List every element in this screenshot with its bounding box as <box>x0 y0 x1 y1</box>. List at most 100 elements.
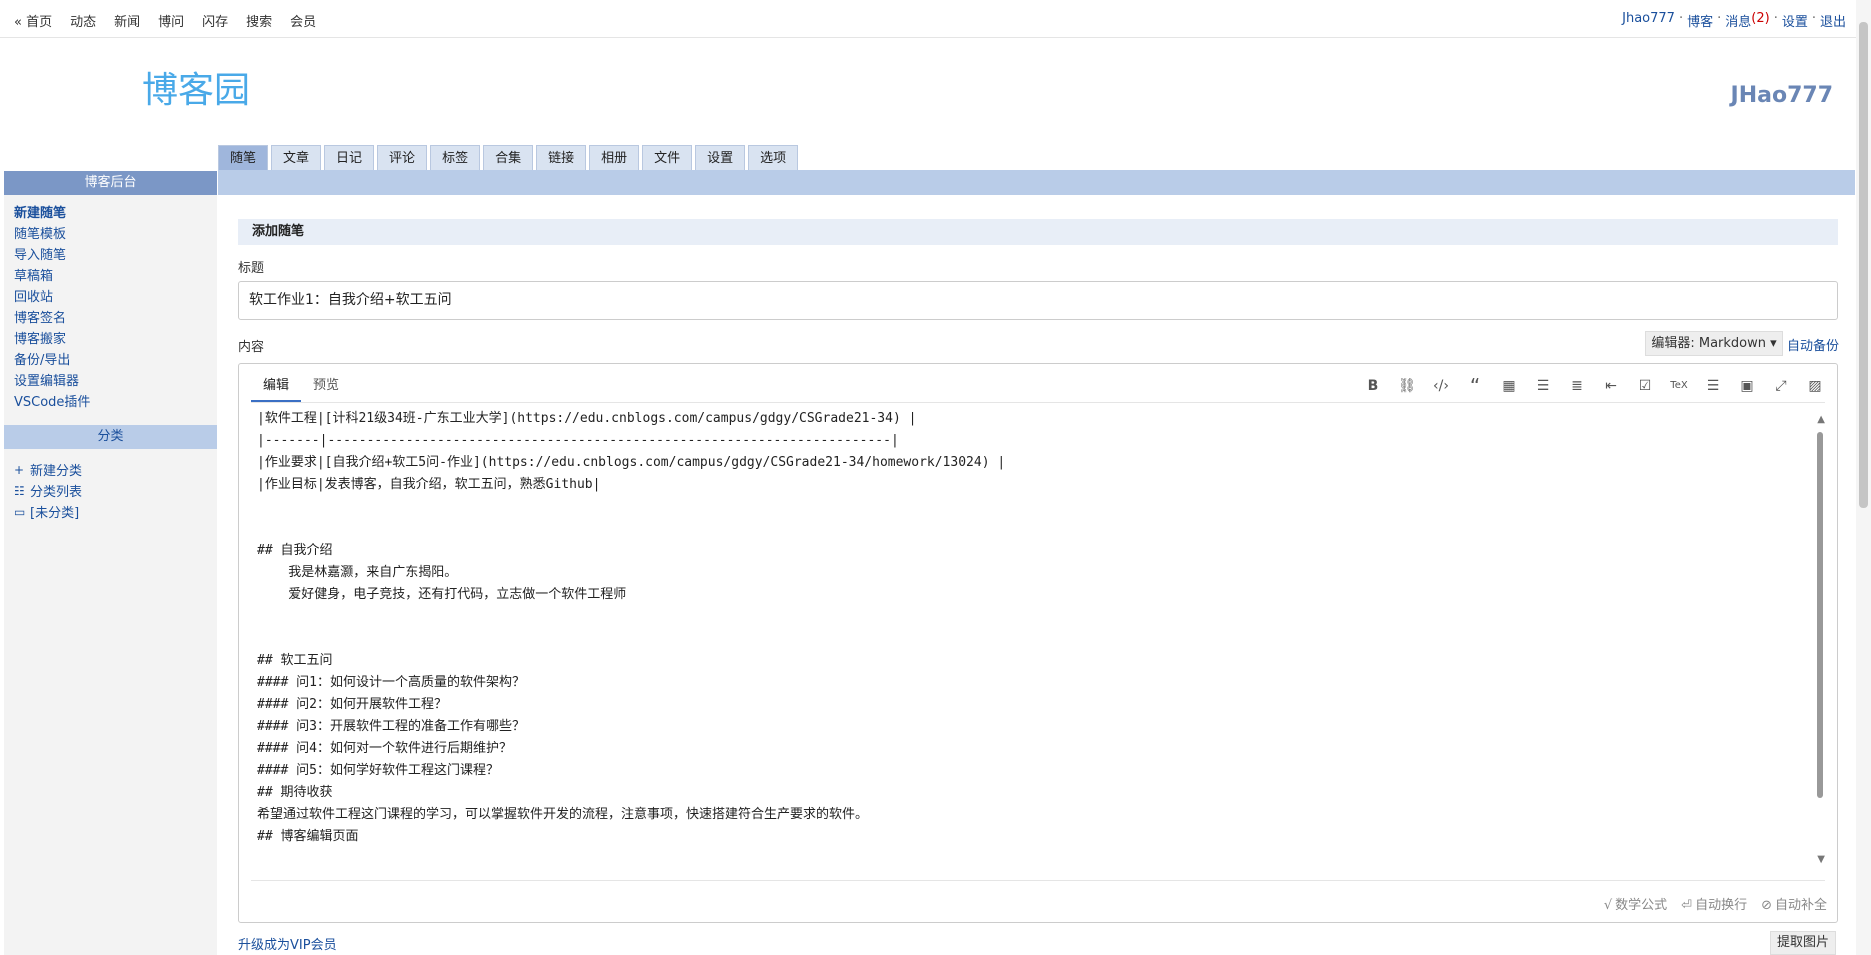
tab-comments[interactable]: 评论 <box>377 145 428 171</box>
page-scroll-thumb[interactable] <box>1859 22 1868 508</box>
sqrt-icon: √ <box>1603 898 1613 913</box>
wrap-icon: ⏎ <box>1681 898 1693 913</box>
code-line: #### 问4：如何对一个软件进行后期维护？ <box>257 741 512 756</box>
category-list-link[interactable]: ☷ 分类列表 <box>14 480 217 501</box>
section-title: 添加随笔 <box>238 219 1838 245</box>
blog-link[interactable]: 博客 <box>1687 11 1713 30</box>
messages-link[interactable]: 消息 <box>1725 11 1751 30</box>
toc-icon[interactable]: ☰ <box>1701 374 1725 398</box>
logout-link[interactable]: 退出 <box>1820 11 1846 30</box>
autocomplete-toggle[interactable]: ⊘ 自动补全 <box>1761 894 1827 913</box>
indent-icon[interactable]: ⇤ <box>1599 374 1623 398</box>
fullscreen-icon[interactable]: ⤢ <box>1769 374 1793 398</box>
code-line: 我是林嘉灏，来自广东揭阳。 <box>257 565 458 580</box>
nav-news[interactable]: 新闻 <box>114 11 140 30</box>
tab-tags[interactable]: 标签 <box>430 145 481 171</box>
math-toggle[interactable]: √ 数学公式 <box>1604 894 1667 913</box>
title-label: 标题 <box>238 261 265 276</box>
editor-select[interactable]: 编辑器: Markdown ▾ <box>1645 331 1783 356</box>
sidebar-item-migrate[interactable]: 博客搬家 <box>14 329 217 350</box>
sidebar-item-signature[interactable]: 博客签名 <box>14 308 217 329</box>
sidebar-item-drafts[interactable]: 草稿箱 <box>14 266 217 287</box>
nav-activity[interactable]: 动态 <box>70 11 96 30</box>
sidebar-item-vscode[interactable]: VSCode插件 <box>14 392 217 413</box>
folder-icon: ▭ <box>14 504 26 519</box>
nav-home[interactable]: « 首页 <box>14 11 52 30</box>
vip-link[interactable]: 升级成为VIP会员 <box>238 934 337 953</box>
scroll-up-arrow[interactable]: ▲ <box>1817 414 1825 425</box>
table-icon[interactable]: ▦ <box>1497 374 1521 398</box>
settings-link[interactable]: 设置 <box>1782 11 1808 30</box>
tab-albums[interactable]: 相册 <box>589 145 640 171</box>
plus-icon: + <box>14 462 25 477</box>
sidebar-item-trash[interactable]: 回收站 <box>14 287 217 308</box>
tab-posts[interactable]: 随笔 <box>218 145 269 171</box>
blog-name[interactable]: JHao777 <box>1731 83 1833 108</box>
category-title: 分类 <box>4 425 217 449</box>
tab-edit[interactable]: 编辑 <box>251 374 302 402</box>
cnblogs-logo[interactable]: 博客园 <box>142 66 272 112</box>
editor-textarea[interactable]: |软件工程|[计科21级34班-广东工业大学](https://edu.cnbl… <box>257 408 1797 844</box>
code-line: #### 问1：如何设计一个高质量的软件架构？ <box>257 675 525 690</box>
wrap-toggle[interactable]: ⏎ 自动换行 <box>1681 894 1747 913</box>
autocomplete-icon: ⊘ <box>1761 898 1772 913</box>
title-input[interactable]: 软工作业1：自我介绍+软工五问 <box>238 281 1838 320</box>
editor-scrollbar[interactable] <box>1817 432 1823 798</box>
code-line: ## 博客编辑页面 <box>257 829 359 844</box>
sidebar-item-backup[interactable]: 备份/导出 <box>14 350 217 371</box>
tab-diary[interactable]: 日记 <box>324 145 375 171</box>
sidebar-item-import[interactable]: 导入随笔 <box>14 245 217 266</box>
sidebar-item-template[interactable]: 随笔模板 <box>14 224 217 245</box>
quote-icon[interactable]: “ <box>1463 374 1487 398</box>
ordered-list-icon[interactable]: ≣ <box>1565 374 1589 398</box>
editor-footer-divider <box>251 880 1825 881</box>
sidebar-list: 新建随笔 随笔模板 导入随笔 草稿箱 回收站 博客签名 博客搬家 备份/导出 设… <box>4 195 217 413</box>
new-category[interactable]: + 新建分类 <box>14 459 217 480</box>
tab-articles[interactable]: 文章 <box>271 145 322 171</box>
image-icon[interactable]: ▨ <box>1803 374 1827 398</box>
logo-mark: 博客园 <box>142 70 250 111</box>
nav-search[interactable]: 搜索 <box>246 11 272 30</box>
editor-tabs: 编辑 预览 <box>251 374 351 402</box>
tab-collections[interactable]: 合集 <box>483 145 534 171</box>
bullet-list-icon[interactable]: ☰ <box>1531 374 1555 398</box>
user-link[interactable]: Jhao777 <box>1622 11 1675 30</box>
tab-links[interactable]: 链接 <box>536 145 587 171</box>
tab-options[interactable]: 选项 <box>748 145 799 171</box>
bold-icon[interactable]: B <box>1361 374 1385 398</box>
editor-toolbar: B ⛓ ‹/› “ ▦ ☰ ≣ ⇤ ☑ TeX ☰ ▣ ⤢ ▨ <box>1361 374 1827 398</box>
fetch-images-button[interactable]: 提取图片 <box>1770 931 1836 955</box>
list-icon: ☷ <box>14 483 25 498</box>
nav-questions[interactable]: 博问 <box>158 11 184 30</box>
sidebar-item-new-post[interactable]: 新建随笔 <box>14 203 217 224</box>
code-icon[interactable]: ‹/› <box>1429 374 1453 398</box>
logo-text: 博客园 <box>142 70 250 111</box>
code-line: #### 问2：如何开展软件工程？ <box>257 697 447 712</box>
tab-files[interactable]: 文件 <box>642 145 693 171</box>
editor-footer: √ 数学公式 ⏎ 自动换行 ⊘ 自动补全 <box>1604 894 1827 913</box>
link-icon[interactable]: ⛓ <box>1395 374 1419 398</box>
page-scrollbar[interactable] <box>1856 0 1871 955</box>
content-label: 内容 <box>238 340 265 355</box>
sidebar-item-editor-settings[interactable]: 设置编辑器 <box>14 371 217 392</box>
top-nav-user: Jhao777 · 博客 · 消息 (2) · 设置 · 退出 <box>1622 11 1846 30</box>
save-icon[interactable]: ▣ <box>1735 374 1759 398</box>
new-category-label: 新建分类 <box>30 464 83 479</box>
tex-icon[interactable]: TeX <box>1667 374 1691 398</box>
sidebar-title: 博客后台 <box>4 171 217 195</box>
markdown-editor: 编辑 预览 B ⛓ ‹/› “ ▦ ☰ ≣ ⇤ ☑ TeX ☰ ▣ ⤢ ▨ |软… <box>238 363 1838 923</box>
checkbox-icon[interactable]: ☑ <box>1633 374 1657 398</box>
category-list: + 新建分类 ☷ 分类列表 ▭ [未分类] <box>4 449 217 522</box>
messages-count: (2) <box>1751 11 1770 26</box>
scroll-down-arrow[interactable]: ▼ <box>1817 854 1825 865</box>
uncategorized[interactable]: ▭ [未分类] <box>14 501 217 522</box>
tab-settings[interactable]: 设置 <box>695 145 746 171</box>
tab-preview[interactable]: 预览 <box>301 374 351 402</box>
nav-flash[interactable]: 闪存 <box>202 11 228 30</box>
autosave-link[interactable]: 自动备份 <box>1787 335 1839 354</box>
nav-member[interactable]: 会员 <box>290 11 316 30</box>
